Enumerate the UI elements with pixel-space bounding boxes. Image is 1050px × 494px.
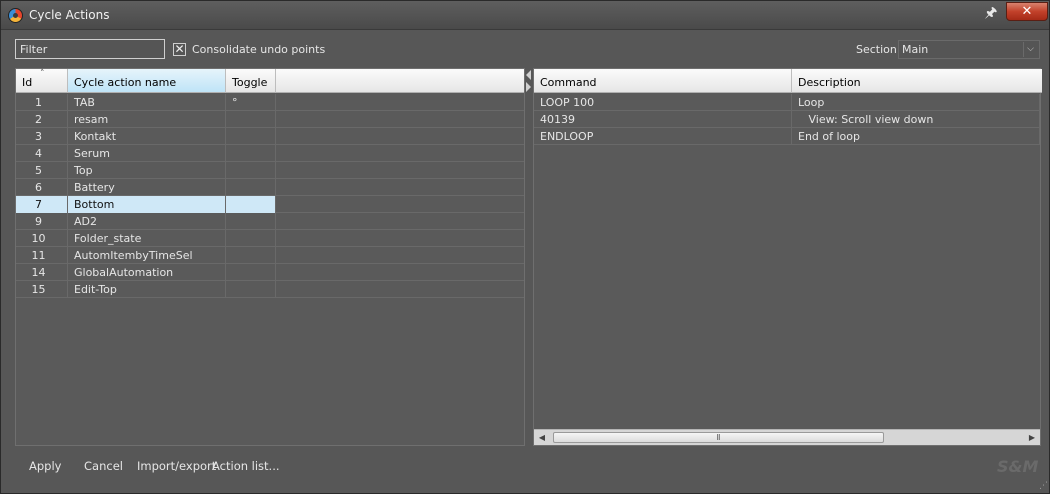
column-header-filler: [276, 69, 524, 93]
cell-command: 40139: [534, 111, 792, 128]
cell-id: 11: [16, 247, 68, 264]
cell-toggle: [226, 162, 276, 179]
title-bar[interactable]: Cycle Actions 🖈 ✕: [1, 1, 1049, 30]
cell-toggle: [226, 281, 276, 298]
table-row[interactable]: 9 AD2: [16, 213, 524, 230]
chevron-down-icon[interactable]: ⌵: [1023, 42, 1037, 57]
cell-id: 9: [16, 213, 68, 230]
cell-id: 4: [16, 145, 68, 162]
cell-id: 6: [16, 179, 68, 196]
table-row[interactable]: 14 GlobalAutomation: [16, 264, 524, 281]
cycle-actions-window: Cycle Actions 🖈 ✕ ✕ Consolidate undo poi…: [0, 0, 1050, 494]
cell-toggle: [226, 196, 276, 213]
table-row[interactable]: 4 Serum: [16, 145, 524, 162]
apply-button[interactable]: Apply: [29, 459, 61, 473]
column-header-cycle-action-name[interactable]: Cycle action name: [68, 69, 226, 93]
cell-cycle-action-name: Kontakt: [68, 128, 226, 145]
reaper-app-icon: [8, 8, 23, 23]
sws-brand-logo: S&M: [997, 457, 1039, 476]
cell-toggle: °: [226, 94, 276, 111]
cell-toggle: [226, 179, 276, 196]
scroll-left-icon[interactable]: ◀: [534, 430, 550, 445]
cell-cycle-action-name: TAB: [68, 94, 226, 111]
column-header-description[interactable]: Description: [792, 69, 1042, 93]
cell-command: ENDLOOP: [534, 128, 792, 145]
table-row[interactable]: 11 AutomItembyTimeSel: [16, 247, 524, 264]
resize-grip-icon[interactable]: ⋰: [1039, 481, 1049, 491]
table-row[interactable]: 3 Kontakt: [16, 128, 524, 145]
expand-right-icon[interactable]: [526, 82, 531, 92]
cell-toggle: [226, 128, 276, 145]
column-header-toggle[interactable]: Toggle: [226, 69, 276, 93]
table-row[interactable]: 7 Bottom: [16, 196, 524, 213]
cell-id: 2: [16, 111, 68, 128]
collapse-left-icon[interactable]: [526, 70, 531, 80]
cancel-button[interactable]: Cancel: [84, 459, 123, 473]
section-dropdown-value: Main: [902, 43, 929, 56]
action-list-button[interactable]: Action list...: [212, 459, 280, 473]
cell-cycle-action-name: resam: [68, 111, 226, 128]
cell-id: 10: [16, 230, 68, 247]
consolidate-undo-label[interactable]: Consolidate undo points: [192, 43, 325, 56]
cell-toggle: [226, 213, 276, 230]
cell-cycle-action-name: AutomItembyTimeSel: [68, 247, 226, 264]
table-row[interactable]: 6 Battery: [16, 179, 524, 196]
cell-toggle: [226, 145, 276, 162]
cell-cycle-action-name: Bottom: [68, 196, 226, 213]
cell-toggle: [226, 264, 276, 281]
column-header-id[interactable]: Id ˄: [16, 69, 68, 93]
window-title: Cycle Actions: [29, 8, 110, 22]
cell-id: 7: [16, 196, 68, 213]
cell-description: End of loop: [792, 128, 1040, 145]
cell-toggle: [226, 230, 276, 247]
table-row[interactable]: ENDLOOP End of loop: [534, 128, 1040, 145]
table-row[interactable]: 15 Edit-Top: [16, 281, 524, 298]
sort-ascending-icon: ˄: [40, 69, 45, 79]
table-row[interactable]: 40139 View: Scroll view down: [534, 111, 1040, 128]
cell-cycle-action-name: Serum: [68, 145, 226, 162]
cell-id: 1: [16, 94, 68, 111]
section-dropdown[interactable]: Main ⌵: [898, 40, 1040, 59]
cell-cycle-action-name: Top: [68, 162, 226, 179]
scroll-right-icon[interactable]: ▶: [1024, 430, 1040, 445]
scrollbar-thumb[interactable]: Ⅱ: [553, 432, 884, 443]
cell-id: 15: [16, 281, 68, 298]
table-row[interactable]: 5 Top: [16, 162, 524, 179]
cell-command: LOOP 100: [534, 94, 792, 111]
cell-toggle: [226, 111, 276, 128]
column-header-command[interactable]: Command: [534, 69, 792, 93]
cell-description: View: Scroll view down: [792, 111, 1040, 128]
cycle-action-list[interactable]: Id ˄ Cycle action name Toggle 1 TAB ° 2 resa…: [15, 68, 525, 446]
filter-input[interactable]: [15, 39, 165, 59]
table-row[interactable]: 10 Folder_state: [16, 230, 524, 247]
cell-cycle-action-name: Edit-Top: [68, 281, 226, 298]
cell-id: 5: [16, 162, 68, 179]
pin-icon[interactable]: 🖈: [982, 4, 1000, 22]
cell-cycle-action-name: GlobalAutomation: [68, 264, 226, 281]
cell-cycle-action-name: AD2: [68, 213, 226, 230]
table-row[interactable]: 1 TAB °: [16, 94, 524, 111]
cell-cycle-action-name: Folder_state: [68, 230, 226, 247]
cell-toggle: [226, 247, 276, 264]
import-export-button[interactable]: Import/export: [137, 459, 216, 473]
cell-cycle-action-name: Battery: [68, 179, 226, 196]
cell-description: Loop: [792, 94, 1040, 111]
command-list[interactable]: Command Description LOOP 100 Loop 40139 Vi…: [533, 68, 1042, 446]
consolidate-undo-checkbox[interactable]: ✕: [173, 43, 186, 56]
table-row[interactable]: LOOP 100 Loop: [534, 94, 1040, 111]
cell-id: 14: [16, 264, 68, 281]
close-button[interactable]: ✕: [1006, 2, 1048, 21]
cell-id: 3: [16, 128, 68, 145]
panel-splitter[interactable]: [526, 68, 532, 446]
table-row[interactable]: 2 resam: [16, 111, 524, 128]
section-label: Section:: [856, 43, 901, 56]
horizontal-scrollbar[interactable]: ◀ Ⅱ ▶: [534, 429, 1040, 445]
